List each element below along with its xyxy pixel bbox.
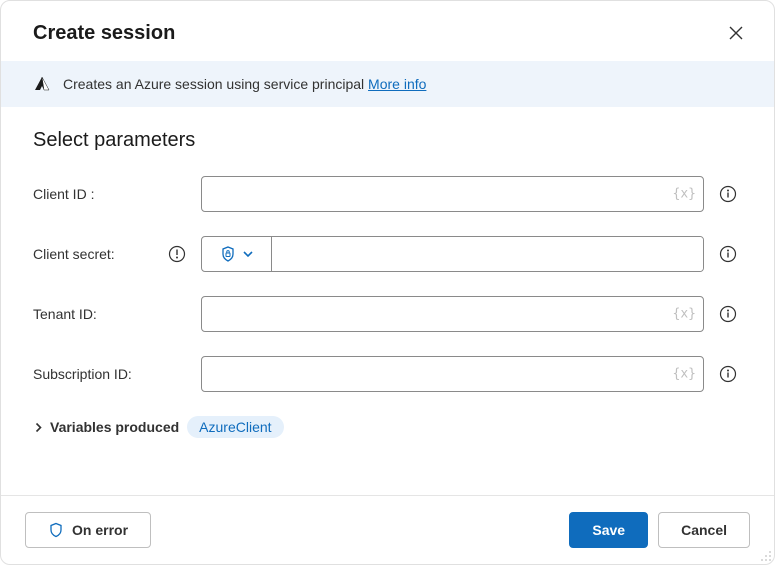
variables-produced-row: Variables produced AzureClient bbox=[33, 416, 742, 438]
info-icon[interactable] bbox=[719, 245, 737, 263]
more-info-link[interactable]: More info bbox=[368, 76, 426, 92]
section-title: Select parameters bbox=[33, 129, 742, 152]
credential-picker-button[interactable] bbox=[202, 237, 272, 271]
dialog-footer: On error Save Cancel bbox=[1, 495, 774, 564]
tenant-id-label: Tenant ID: bbox=[33, 306, 153, 322]
banner-text: Creates an Azure session using service p… bbox=[63, 76, 426, 92]
info-icon[interactable] bbox=[719, 185, 737, 203]
info-icon-slot bbox=[714, 245, 742, 263]
info-icon-slot bbox=[714, 305, 742, 323]
field-tenant-id: Tenant ID: {x} bbox=[33, 296, 742, 332]
close-button[interactable] bbox=[722, 19, 750, 47]
warning-icon[interactable] bbox=[168, 245, 186, 263]
variables-produced-label: Variables produced bbox=[50, 419, 179, 435]
client-id-input[interactable] bbox=[201, 176, 704, 212]
dialog-title: Create session bbox=[33, 22, 175, 45]
footer-right: Save Cancel bbox=[569, 512, 750, 548]
on-error-label: On error bbox=[72, 522, 128, 538]
field-subscription-id: Subscription ID: {x} bbox=[33, 356, 742, 392]
save-label: Save bbox=[592, 522, 625, 538]
client-secret-input[interactable] bbox=[272, 237, 703, 271]
info-icon[interactable] bbox=[719, 305, 737, 323]
subscription-id-input-wrap: {x} bbox=[201, 356, 704, 392]
footer-left: On error bbox=[25, 512, 151, 548]
dialog-header: Create session bbox=[1, 1, 774, 61]
client-secret-label: Client secret: bbox=[33, 246, 153, 262]
client-id-label: Client ID : bbox=[33, 186, 153, 202]
info-icon-slot bbox=[714, 365, 742, 383]
variable-pill[interactable]: AzureClient bbox=[187, 416, 283, 438]
client-id-input-wrap: {x} bbox=[201, 176, 704, 212]
dialog-body: Select parameters Client ID : {x} Client… bbox=[1, 107, 774, 495]
info-banner: Creates an Azure session using service p… bbox=[1, 61, 774, 107]
label-icon-slot bbox=[163, 245, 191, 263]
shield-icon bbox=[48, 522, 64, 538]
tenant-id-input-wrap: {x} bbox=[201, 296, 704, 332]
info-icon[interactable] bbox=[719, 365, 737, 383]
tenant-id-input[interactable] bbox=[201, 296, 704, 332]
field-client-secret: Client secret: bbox=[33, 236, 742, 272]
subscription-id-label: Subscription ID: bbox=[33, 366, 153, 382]
info-icon-slot bbox=[714, 185, 742, 203]
subscription-id-input[interactable] bbox=[201, 356, 704, 392]
azure-icon bbox=[33, 75, 51, 93]
client-secret-combo bbox=[201, 236, 704, 272]
variables-produced-toggle[interactable]: Variables produced bbox=[33, 419, 179, 435]
cancel-button[interactable]: Cancel bbox=[658, 512, 750, 548]
chevron-down-icon bbox=[242, 248, 254, 260]
shield-lock-icon bbox=[220, 246, 236, 262]
close-icon bbox=[728, 25, 744, 41]
banner-text-label: Creates an Azure session using service p… bbox=[63, 76, 368, 92]
cancel-label: Cancel bbox=[681, 522, 727, 538]
field-client-id: Client ID : {x} bbox=[33, 176, 742, 212]
on-error-button[interactable]: On error bbox=[25, 512, 151, 548]
client-secret-input-wrap bbox=[201, 236, 704, 272]
chevron-right-icon bbox=[33, 422, 44, 433]
save-button[interactable]: Save bbox=[569, 512, 648, 548]
create-session-dialog: Create session Creates an Azure session … bbox=[0, 0, 775, 565]
resize-grip-icon[interactable] bbox=[758, 548, 772, 562]
